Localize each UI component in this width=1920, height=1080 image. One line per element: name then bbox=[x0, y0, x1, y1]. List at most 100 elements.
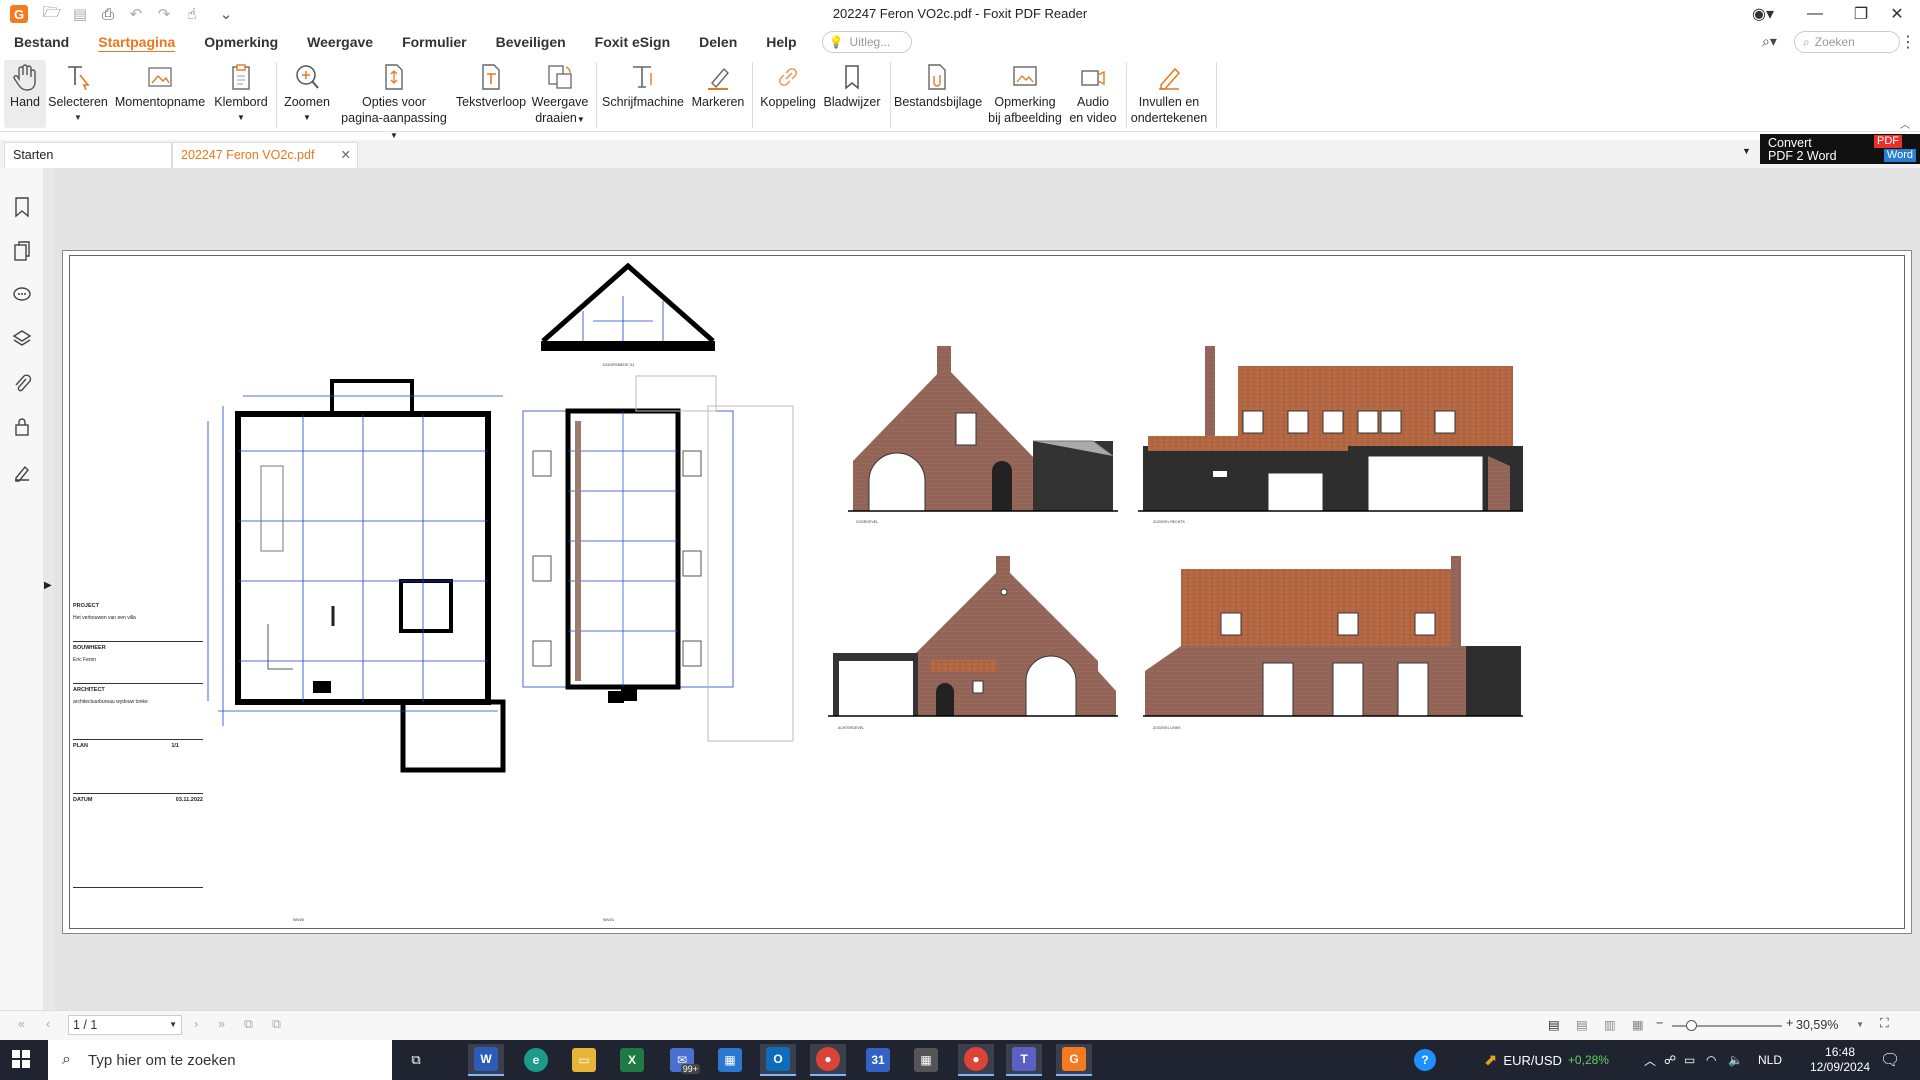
menu-delen[interactable]: Delen bbox=[685, 28, 752, 56]
show-hidden-icons-icon[interactable]: ︿ bbox=[1644, 1040, 1656, 1080]
word-app-icon[interactable]: W bbox=[468, 1044, 504, 1076]
facing-view-icon[interactable]: ▥ bbox=[1604, 1017, 1616, 1032]
hand-tool-button[interactable]: Hand bbox=[4, 60, 46, 128]
menu-opmerking[interactable]: Opmerking bbox=[190, 28, 293, 56]
taskbar-search-input[interactable]: ⌕ Typ hier om te zoeken bbox=[48, 1040, 392, 1080]
teams-app-icon[interactable]: T bbox=[1006, 1044, 1042, 1076]
continuous-view-icon[interactable]: ▤ bbox=[1576, 1017, 1588, 1032]
close-tab-icon[interactable]: ✕ bbox=[341, 143, 351, 167]
select-tool-button[interactable]: Selecteren ▼ bbox=[48, 60, 108, 128]
menu-help[interactable]: Help bbox=[752, 28, 811, 56]
battery-icon[interactable]: ▭ bbox=[1684, 1040, 1695, 1080]
menu-startpagina[interactable]: Startpagina bbox=[84, 28, 190, 56]
highlight-button[interactable]: Markeren bbox=[688, 60, 748, 128]
snapshot-button[interactable]: Momentopname bbox=[112, 60, 208, 128]
print-icon[interactable]: ⎙ bbox=[98, 4, 118, 24]
menu-foxit-esign[interactable]: Foxit eSign bbox=[581, 28, 685, 56]
menu-formulier[interactable]: Formulier bbox=[388, 28, 482, 56]
audio-video-button[interactable]: Audio en video bbox=[1066, 60, 1120, 128]
bookmark-button[interactable]: Bladwijzer bbox=[820, 60, 884, 128]
open-icon[interactable]: 🗁 bbox=[42, 4, 62, 24]
previous-view-icon[interactable]: ⧉ bbox=[244, 1017, 253, 1032]
fullscreen-icon[interactable]: ⛶ bbox=[1880, 1016, 1889, 1031]
link-button[interactable]: Koppeling bbox=[756, 60, 820, 128]
zoom-level-select[interactable]: 30,59% ▼ bbox=[1796, 1015, 1866, 1035]
calendar-app-icon[interactable]: 31 bbox=[860, 1044, 896, 1076]
task-view-icon[interactable]: ⧉ bbox=[398, 1044, 434, 1076]
rotate-view-button[interactable]: Weergave draaien▼ bbox=[528, 60, 592, 128]
undo-icon[interactable]: ↶ bbox=[126, 4, 146, 24]
zoom-slider-thumb[interactable] bbox=[1686, 1020, 1697, 1031]
signature-panel-icon[interactable] bbox=[12, 460, 32, 482]
clock[interactable]: 16:48 12/09/2024 bbox=[1810, 1040, 1870, 1080]
menu-weergave[interactable]: Weergave bbox=[293, 28, 388, 56]
zoom-button[interactable]: Zoomen ▼ bbox=[282, 60, 332, 128]
image-annotation-button[interactable]: Opmerking bij afbeelding bbox=[986, 60, 1064, 128]
typewriter-button[interactable]: Schrijfmachine bbox=[600, 60, 686, 128]
next-view-icon[interactable]: ⧉ bbox=[272, 1017, 281, 1032]
convert-pdf-to-word-banner[interactable]: Convert PDF 2 Word PDF Word bbox=[1760, 134, 1920, 164]
windows-start-icon[interactable] bbox=[12, 1050, 30, 1071]
last-page-icon[interactable]: » bbox=[218, 1017, 225, 1031]
search-options-icon[interactable]: ⌕▾ bbox=[1762, 33, 1777, 50]
tab-document[interactable]: 202247 Feron VO2c.pdf ✕ bbox=[172, 142, 358, 168]
search-input[interactable]: ⌕ Zoeken bbox=[1794, 31, 1900, 53]
save-icon[interactable]: ▤ bbox=[70, 4, 90, 24]
page-fit-options-button[interactable]: Opties voor pagina-aanpassing ▼ bbox=[336, 60, 452, 140]
zoom-in-icon[interactable]: + bbox=[1786, 1016, 1793, 1030]
page-number-value: 1 / 1 bbox=[73, 1018, 98, 1032]
close-button[interactable]: ✕ bbox=[1874, 0, 1920, 28]
pages-panel-icon[interactable] bbox=[12, 240, 32, 262]
file-explorer-icon[interactable]: ▭ bbox=[566, 1044, 602, 1076]
next-page-icon[interactable]: › bbox=[194, 1017, 198, 1031]
tab-list-dropdown-icon[interactable]: ▼ bbox=[1742, 146, 1751, 156]
excel-app-icon[interactable]: X bbox=[614, 1044, 650, 1076]
page-number-input[interactable]: 1 / 1 ▼ bbox=[68, 1015, 182, 1035]
volume-icon[interactable]: 🔈 bbox=[1728, 1040, 1743, 1080]
tab-start[interactable]: Starten bbox=[4, 142, 172, 168]
tell-me-input[interactable]: 💡 Uitleg... bbox=[821, 31, 912, 53]
mail-app-icon[interactable]: ✉ 99+ bbox=[664, 1044, 700, 1076]
hand-dropdown-icon[interactable]: ☝ bbox=[182, 4, 202, 24]
minimize-button[interactable]: — bbox=[1792, 0, 1838, 28]
fx-ticker[interactable]: ⬈ EUR/USD +0,28% bbox=[1484, 1040, 1609, 1080]
first-page-icon[interactable]: « bbox=[18, 1017, 25, 1031]
reflow-button[interactable]: Tekstverloop bbox=[454, 60, 528, 128]
store-app-icon[interactable]: ▦ bbox=[712, 1044, 748, 1076]
menu-bestand[interactable]: Bestand bbox=[0, 28, 84, 56]
page-dropdown-icon[interactable]: ▼ bbox=[169, 1016, 177, 1034]
expand-panel-arrow-icon[interactable]: ▶ bbox=[44, 580, 52, 591]
single-page-view-icon[interactable]: ▤ bbox=[1548, 1017, 1560, 1032]
chrome-profile-app-icon[interactable]: ● bbox=[958, 1044, 994, 1076]
language-indicator[interactable]: NLD bbox=[1758, 1040, 1782, 1080]
bookmarks-panel-icon[interactable] bbox=[12, 196, 32, 218]
calculator-app-icon[interactable]: ▦ bbox=[908, 1044, 944, 1076]
security-panel-icon[interactable] bbox=[12, 416, 32, 438]
menu-beveiligen[interactable]: Beveiligen bbox=[482, 28, 581, 56]
notifications-icon[interactable]: 🗨 bbox=[1880, 1040, 1900, 1080]
foxit-app-icon[interactable]: G bbox=[1056, 1044, 1092, 1076]
layers-panel-icon[interactable] bbox=[12, 328, 32, 350]
more-options-icon[interactable]: ⋮ bbox=[1900, 32, 1916, 52]
edge-app-icon[interactable]: e bbox=[518, 1044, 554, 1076]
collapse-ribbon-icon[interactable]: ︿ bbox=[1900, 116, 1910, 131]
chrome-app-icon[interactable]: ● bbox=[810, 1044, 846, 1076]
continuous-facing-view-icon[interactable]: ▦ bbox=[1632, 1017, 1644, 1032]
outlook-app-icon[interactable]: O bbox=[760, 1044, 796, 1076]
help-tray-icon[interactable]: ? bbox=[1414, 1040, 1436, 1080]
zoom-out-icon[interactable]: − bbox=[1656, 1016, 1663, 1030]
clipboard-button[interactable]: Klembord ▼ bbox=[212, 60, 270, 128]
file-attachment-button[interactable]: Bestandsbijlage bbox=[894, 60, 982, 128]
previous-page-icon[interactable]: ‹ bbox=[46, 1017, 50, 1031]
fx-label: EUR/USD bbox=[1503, 1052, 1562, 1068]
wifi-icon[interactable]: ◠ bbox=[1706, 1040, 1716, 1080]
fill-and-sign-button[interactable]: Invullen en ondertekenen bbox=[1128, 60, 1210, 128]
customize-quick-access-icon[interactable]: ⌄ bbox=[216, 4, 236, 24]
attachments-panel-icon[interactable] bbox=[12, 372, 32, 394]
zoom-slider[interactable] bbox=[1672, 1020, 1782, 1031]
redo-icon[interactable]: ↷ bbox=[154, 4, 174, 24]
comments-panel-icon[interactable] bbox=[12, 284, 32, 306]
people-tray-icon[interactable]: ☍ bbox=[1664, 1040, 1676, 1080]
panel-resize-handle[interactable]: ▶ bbox=[44, 168, 54, 1010]
account-icon[interactable]: ◉▾ bbox=[1745, 0, 1781, 28]
